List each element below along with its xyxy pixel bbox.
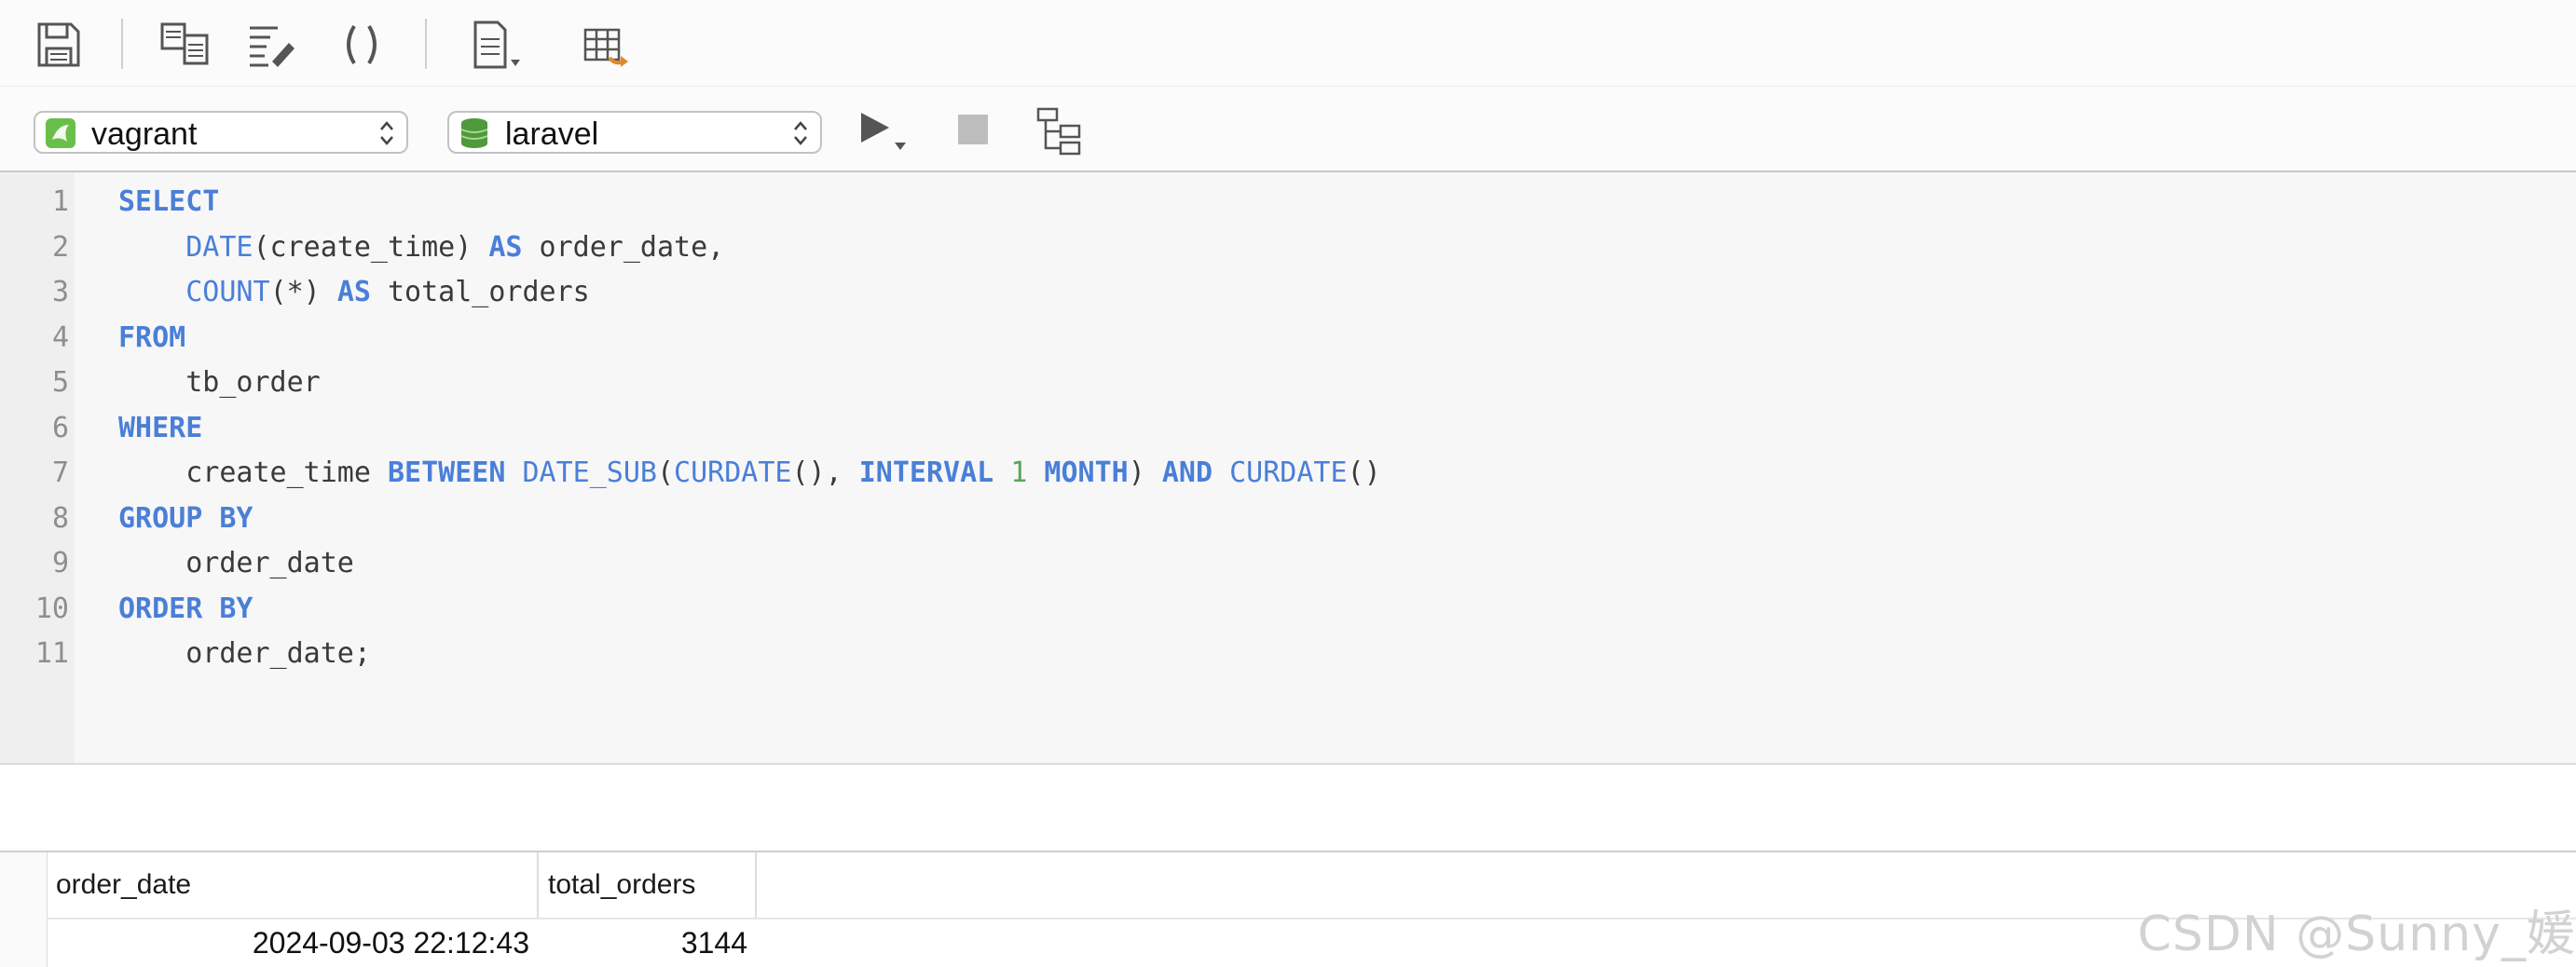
sql-keyword: GROUP BY bbox=[118, 501, 253, 535]
sql-text: (create_time) bbox=[253, 230, 489, 264]
code-line[interactable]: DATE(create_time) AS order_date, bbox=[118, 225, 724, 270]
sql-text: (*) bbox=[269, 276, 337, 308]
sql-keyword: INTERVAL bbox=[858, 456, 994, 489]
parentheses-icon[interactable] bbox=[334, 17, 390, 73]
sql-keyword: WHERE bbox=[118, 411, 203, 444]
line-number: 11 bbox=[34, 637, 69, 670]
stop-query-icon[interactable] bbox=[954, 111, 992, 148]
sql-editor[interactable]: 1 2 3 4 5 6 7 8 9 10 11 SELECT DATE(create_time) A… bbox=[0, 172, 2576, 765]
line-number: 4 bbox=[51, 320, 69, 354]
connection-bar: vagrant laravel bbox=[0, 87, 2576, 172]
sql-keyword: AS bbox=[488, 230, 523, 264]
line-number: 5 bbox=[51, 366, 69, 399]
server-select[interactable]: vagrant bbox=[34, 111, 408, 154]
database-select-label: laravel bbox=[505, 116, 599, 152]
sql-text: order_date bbox=[118, 547, 354, 579]
column-header-total-orders[interactable]: total_orders bbox=[539, 852, 757, 918]
select-arrows-icon bbox=[794, 121, 807, 145]
line-number: 8 bbox=[51, 501, 69, 535]
sql-text: order_date; bbox=[118, 637, 371, 670]
code-line[interactable]: SELECT bbox=[118, 180, 219, 225]
result-cell-total-orders[interactable]: 3144 bbox=[539, 919, 757, 966]
line-number-gutter: 1 2 3 4 5 6 7 8 9 10 11 bbox=[0, 172, 75, 763]
code-line[interactable]: GROUP BY bbox=[118, 497, 253, 541]
code-line[interactable]: ORDER BY bbox=[118, 587, 253, 632]
database-select[interactable]: laravel bbox=[447, 111, 822, 154]
toolbar-separator bbox=[121, 19, 123, 69]
sql-keyword: FROM bbox=[118, 320, 186, 354]
line-number: 2 bbox=[51, 230, 69, 264]
sql-keyword: BETWEEN bbox=[387, 456, 506, 489]
line-number: 3 bbox=[51, 276, 69, 308]
server-select-label: vagrant bbox=[91, 116, 198, 152]
run-query-icon[interactable] bbox=[856, 107, 911, 156]
result-cell-order-date[interactable]: 2024-09-03 22:12:43 bbox=[47, 919, 539, 966]
sql-keyword: AND bbox=[1161, 456, 1213, 489]
database-icon bbox=[460, 118, 488, 148]
line-number: 6 bbox=[51, 411, 69, 444]
sql-text: ) bbox=[1128, 456, 1162, 489]
sql-text: () bbox=[1347, 456, 1381, 489]
sql-text: ( bbox=[656, 456, 675, 489]
line-number: 9 bbox=[51, 547, 69, 579]
column-header-order-date[interactable]: order_date bbox=[47, 852, 539, 918]
code-line[interactable]: order_date; bbox=[118, 632, 371, 676]
sql-keyword: AS bbox=[336, 276, 371, 308]
server-connection-icon bbox=[46, 118, 75, 148]
sql-number: 1 bbox=[1010, 456, 1028, 489]
line-number: 1 bbox=[51, 185, 69, 218]
sql-keyword: MONTH bbox=[1044, 456, 1129, 489]
sql-function: DATE_SUB bbox=[522, 456, 657, 489]
sql-keyword: SELECT bbox=[118, 185, 220, 218]
query-builder-icon[interactable] bbox=[157, 17, 212, 73]
code-line[interactable]: order_date bbox=[118, 541, 354, 586]
sql-function: DATE bbox=[185, 230, 253, 264]
explain-plan-icon[interactable] bbox=[1035, 105, 1087, 157]
code-snippet-icon[interactable] bbox=[468, 17, 524, 73]
toolbar-separator bbox=[425, 19, 427, 69]
code-line[interactable]: COUNT(*) AS total_orders bbox=[118, 270, 590, 315]
select-arrows-icon bbox=[380, 121, 393, 145]
sql-text: order_date, bbox=[522, 230, 725, 264]
export-table-icon[interactable] bbox=[578, 17, 634, 73]
line-number: 10 bbox=[34, 592, 69, 625]
code-line[interactable]: FROM bbox=[118, 316, 185, 361]
sql-text: tb_order bbox=[118, 366, 321, 399]
code-line[interactable]: tb_order bbox=[118, 361, 321, 405]
sql-text: create_time bbox=[118, 456, 388, 489]
save-icon[interactable] bbox=[30, 17, 86, 73]
line-number: 7 bbox=[51, 456, 69, 489]
sql-text: total_orders bbox=[370, 276, 590, 308]
code-line[interactable]: create_time BETWEEN DATE_SUB(CURDATE(), … bbox=[118, 451, 1381, 496]
beautify-sql-icon[interactable] bbox=[244, 17, 300, 73]
sql-function: CURDATE bbox=[1229, 456, 1348, 489]
sql-keyword: ORDER BY bbox=[118, 592, 253, 625]
sql-text: (), bbox=[791, 456, 859, 489]
code-line[interactable]: WHERE bbox=[118, 406, 202, 451]
main-toolbar bbox=[0, 0, 2576, 87]
watermark: CSDN @Sunny_媛 bbox=[2137, 906, 2576, 962]
sql-function: CURDATE bbox=[674, 456, 792, 489]
sql-function: COUNT bbox=[185, 276, 270, 308]
row-header-column bbox=[0, 852, 48, 967]
